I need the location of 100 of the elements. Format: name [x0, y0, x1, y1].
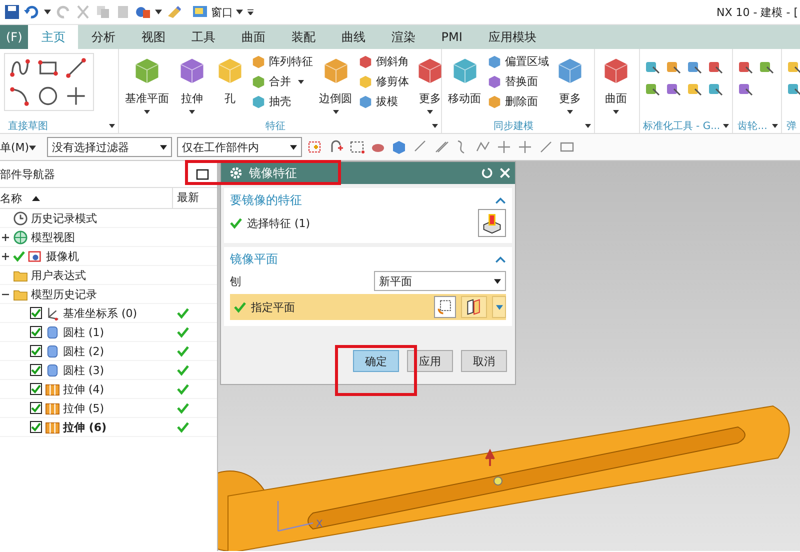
expander-icon[interactable]	[2, 234, 8, 240]
ribbon-button[interactable]: 更多	[553, 53, 587, 116]
tree-item[interactable]: 圆柱 (1)	[0, 323, 217, 342]
selection-row[interactable]: 选择特征 (1)	[230, 209, 506, 237]
selection-row[interactable]: 指定平面	[230, 294, 506, 320]
arc-icon[interactable]	[9, 85, 31, 107]
checkbox[interactable]	[30, 364, 42, 376]
tree-item[interactable]: 基准坐标系 (0)	[0, 304, 217, 323]
ribbon-tab[interactable]: 主页	[28, 25, 78, 49]
collapse-icon[interactable]	[495, 196, 506, 204]
ribbon-button[interactable]: 删除面	[487, 93, 549, 110]
tool-icon[interactable]	[686, 81, 702, 97]
ribbon-button[interactable]: 倒斜角	[358, 53, 409, 70]
ribbon-tab[interactable]: 曲线	[328, 25, 378, 49]
collapse-icon[interactable]	[495, 256, 506, 262]
caret-icon[interactable]	[723, 124, 729, 128]
caret-icon[interactable]	[585, 124, 591, 128]
ribbon-tab[interactable]: 装配	[278, 25, 328, 49]
filter-dropdown[interactable]: 没有选择过滤器	[47, 137, 172, 157]
checkbox[interactable]	[30, 326, 42, 338]
ribbon-button[interactable]: 移动面	[446, 53, 483, 108]
caret-icon[interactable]	[772, 124, 778, 128]
tree-item[interactable]: 圆柱 (3)	[0, 361, 217, 380]
checkbox[interactable]	[30, 402, 42, 414]
check-icon[interactable]	[13, 250, 25, 262]
tree-item[interactable]: 拉伸 (6)	[0, 418, 217, 437]
ribbon-button[interactable]: 曲面	[599, 53, 633, 116]
tool-icon[interactable]	[707, 59, 723, 75]
tree-item[interactable]: 历史记录模式	[0, 209, 217, 228]
maximize-icon[interactable]	[196, 168, 209, 180]
close-icon[interactable]	[499, 167, 511, 179]
plane-dropdown[interactable]: 新平面	[374, 271, 506, 291]
ribbon-button[interactable]: 修剪体	[358, 73, 409, 90]
snap-icon[interactable]	[307, 139, 324, 155]
snap-icon[interactable]	[496, 139, 512, 155]
undo-icon[interactable]	[24, 4, 40, 20]
tool-icon[interactable]	[737, 59, 753, 75]
caret-icon[interactable]	[432, 124, 438, 128]
ribbon-tab[interactable]: 视图	[128, 25, 178, 49]
caret-icon[interactable]	[44, 9, 51, 15]
window-menu-button[interactable]: 窗口	[192, 4, 243, 20]
point-icon[interactable]	[65, 85, 87, 107]
ribbon-button[interactable]: 基准平面	[123, 53, 171, 116]
graphics-viewport[interactable]: X 镜像特征 要镜像的特征 选择特征 (1) 镜像平面 刨 新平面 指定平面 确定 应用 取消	[218, 161, 800, 551]
settings-icon[interactable]	[229, 166, 243, 180]
ribbon-button[interactable]: 拔模	[358, 93, 409, 110]
ribbon-tab[interactable]: (F)	[0, 25, 28, 49]
tree-item[interactable]: 用户表达式	[0, 266, 217, 285]
ribbon-button[interactable]: 孔	[213, 53, 247, 108]
caret-icon[interactable]	[109, 124, 115, 128]
tool-icon[interactable]	[758, 59, 774, 75]
dialog-button[interactable]: 取消	[461, 350, 507, 372]
checkbox[interactable]	[30, 383, 42, 395]
circle-icon[interactable]	[37, 85, 59, 107]
tree-item[interactable]: 摄像机	[0, 247, 217, 266]
reset-icon[interactable]	[481, 167, 493, 179]
tree-item[interactable]: 圆柱 (2)	[0, 342, 217, 361]
ribbon-tab[interactable]: 曲面	[228, 25, 278, 49]
dialog-button[interactable]: 应用	[407, 350, 453, 372]
tool-icon[interactable]	[644, 81, 660, 97]
tool-icon[interactable]	[737, 81, 753, 97]
select-feature-button[interactable]	[478, 209, 506, 237]
ribbon-tab[interactable]: 工具	[178, 25, 228, 49]
cube-icon[interactable]	[391, 139, 408, 155]
caret-button[interactable]	[492, 296, 506, 318]
snap-icon[interactable]	[517, 139, 534, 155]
shapes-icon[interactable]	[135, 4, 151, 20]
snap-icon[interactable]	[433, 139, 450, 155]
ribbon-tab[interactable]: 应用模块	[475, 25, 550, 49]
checkbox[interactable]	[30, 345, 42, 357]
tool-icon[interactable]	[786, 81, 800, 97]
expander-icon[interactable]	[2, 252, 8, 260]
line-icon[interactable]	[65, 57, 87, 79]
ribbon-tab[interactable]: PMI	[428, 25, 476, 49]
box-select-icon[interactable]	[349, 139, 366, 155]
tree-item[interactable]: 拉伸 (5)	[0, 399, 217, 418]
ribbon-button[interactable]: 边倒圆	[317, 53, 354, 116]
filter-dropdown[interactable]: 仅在工作部件内	[177, 137, 302, 157]
tool-icon[interactable]	[665, 59, 681, 75]
customize-icon[interactable]	[247, 9, 254, 15]
plane-dialog-button[interactable]	[434, 296, 456, 318]
ribbon-button[interactable]: 更多	[413, 53, 447, 116]
snap-icon[interactable]	[538, 139, 554, 155]
tree-item[interactable]: 模型视图	[0, 228, 217, 247]
ribbon-button[interactable]: 拉伸	[175, 53, 209, 116]
ribbon-button[interactable]: 阵列特征	[251, 53, 313, 70]
column-header[interactable]: 最新	[172, 188, 217, 208]
tool-icon[interactable]	[707, 81, 723, 97]
plane-type-button[interactable]	[461, 296, 487, 318]
column-header[interactable]: 名称	[0, 190, 22, 206]
tool-icon[interactable]	[665, 81, 681, 97]
tree-item[interactable]: 模型历史记录	[0, 285, 217, 304]
tool-icon[interactable]	[686, 59, 702, 75]
ribbon-tab[interactable]: 渲染	[378, 25, 428, 49]
sort-ascending-icon[interactable]	[32, 196, 40, 200]
ribbon-button[interactable]: 偏置区域	[487, 53, 549, 70]
checkbox[interactable]	[30, 421, 42, 433]
tool-icon[interactable]	[786, 59, 800, 75]
ribbon-button[interactable]: 抽壳	[251, 93, 313, 110]
caret-icon[interactable]	[155, 9, 162, 15]
